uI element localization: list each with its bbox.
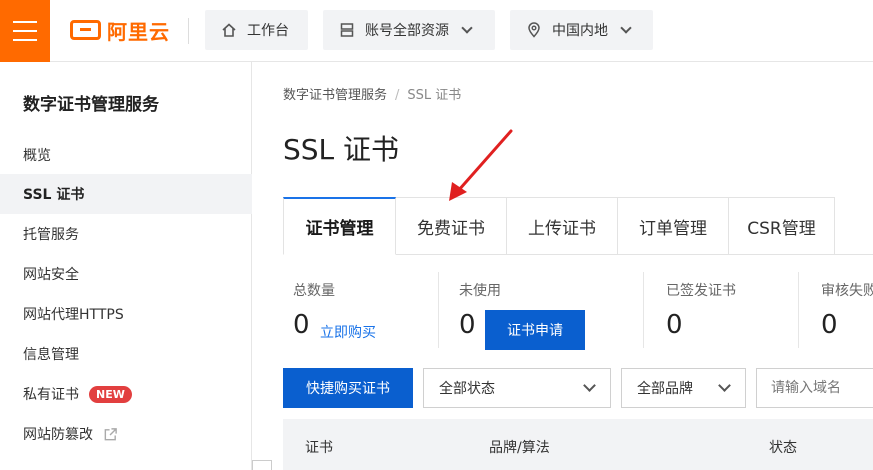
- sidebar-item-label: SSL 证书: [23, 187, 85, 203]
- divider: [643, 272, 644, 348]
- apply-cert-button[interactable]: 证书申请: [485, 310, 585, 350]
- aliyun-logo[interactable]: 阿里云: [70, 17, 170, 44]
- workbench-label: 工作台: [247, 23, 289, 39]
- sidebar-item-label: 概览: [23, 148, 51, 164]
- sidebar-title: 数字证书管理服务: [23, 95, 159, 115]
- tab-label: 证书管理: [305, 219, 374, 239]
- table-header: 证书 品牌/算法 状态: [283, 419, 873, 470]
- stat-audit-failed: 审核失败 0: [821, 272, 873, 352]
- sidebar-item-label: 网站安全: [23, 267, 79, 283]
- sidebar-item-tamper-protection[interactable]: 网站防篡改: [0, 414, 252, 454]
- tab-label: 订单管理: [639, 218, 707, 239]
- breadcrumb: 数字证书管理服务 / SSL 证书: [283, 84, 461, 103]
- tab-upload-cert[interactable]: 上传证书: [507, 197, 618, 255]
- sidebar-item-overview[interactable]: 概览: [0, 135, 252, 175]
- tab-csr-management[interactable]: CSR管理: [729, 197, 835, 255]
- region-label: 中国内地: [552, 23, 608, 39]
- stat-value: 0: [293, 310, 310, 340]
- server-icon: [340, 23, 354, 37]
- divider: [188, 18, 189, 44]
- sidebar-collapse-handle[interactable]: [252, 460, 272, 470]
- column-header-brand: 品牌/算法: [489, 440, 550, 456]
- external-link-icon: [104, 427, 117, 440]
- sidebar-item-label: 信息管理: [23, 347, 79, 363]
- new-badge: NEW: [89, 385, 132, 403]
- sidebar-item-label: 网站代理HTTPS: [23, 307, 124, 323]
- region-dropdown[interactable]: 中国内地: [510, 10, 653, 50]
- stat-issued: 已签发证书 0: [666, 272, 796, 352]
- menu-icon[interactable]: [0, 0, 50, 62]
- tab-bar: 证书管理 免费证书 上传证书 订单管理 CSR管理: [283, 197, 835, 255]
- tab-label: CSR管理: [747, 218, 816, 239]
- tab-orders[interactable]: 订单管理: [618, 197, 729, 255]
- breadcrumb-item[interactable]: 数字证书管理服务: [283, 88, 387, 103]
- sidebar-item-ssl[interactable]: SSL 证书: [0, 174, 252, 214]
- sidebar: 数字证书管理服务 概览 SSL 证书 托管服务 网站安全 网站代理HTTPS 信…: [0, 62, 252, 470]
- sidebar-item-info-management[interactable]: 信息管理: [0, 334, 252, 374]
- sidebar-item-website-security[interactable]: 网站安全: [0, 254, 252, 294]
- aliyun-logo-icon: [70, 20, 101, 40]
- stat-label: 总数量: [293, 283, 335, 299]
- tab-cert-management[interactable]: 证书管理: [283, 197, 396, 255]
- logo-text: 阿里云: [107, 19, 170, 44]
- sidebar-item-hosting[interactable]: 托管服务: [0, 214, 252, 254]
- chevron-down-icon: [718, 379, 731, 392]
- chevron-down-icon: [583, 379, 596, 392]
- chevron-down-icon: [620, 21, 632, 34]
- resources-label: 账号全部资源: [365, 23, 449, 39]
- breadcrumb-separator: /: [395, 88, 400, 103]
- sidebar-item-label: 网站防篡改: [23, 427, 93, 443]
- divider: [798, 272, 799, 348]
- home-icon: [222, 23, 236, 37]
- tab-label: 免费证书: [417, 218, 485, 239]
- stat-label: 未使用: [459, 283, 501, 299]
- top-bar: 阿里云 工作台 账号全部资源 中国内地: [0, 0, 873, 62]
- stat-total: 总数量 0 立即购买: [293, 272, 433, 352]
- divider: [438, 272, 439, 348]
- status-select[interactable]: 全部状态: [423, 368, 611, 408]
- location-icon: [528, 22, 540, 38]
- status-select-value: 全部状态: [439, 381, 495, 397]
- quick-buy-button[interactable]: 快捷购买证书: [283, 368, 413, 408]
- sidebar-item-label: 私有证书: [23, 387, 79, 403]
- breadcrumb-current: SSL 证书: [407, 88, 462, 103]
- tab-underline: [835, 254, 873, 255]
- tab-label: 上传证书: [528, 218, 596, 239]
- brand-select[interactable]: 全部品牌: [621, 368, 746, 408]
- stat-label: 已签发证书: [666, 283, 736, 299]
- resources-dropdown[interactable]: 账号全部资源: [323, 10, 495, 50]
- sidebar-item-https-proxy[interactable]: 网站代理HTTPS: [0, 294, 252, 334]
- page-title: SSL 证书: [283, 133, 400, 166]
- stat-value: 0: [821, 310, 838, 340]
- workbench-button[interactable]: 工作台: [205, 10, 308, 50]
- buy-now-link[interactable]: 立即购买: [320, 322, 376, 342]
- stat-value: 0: [459, 310, 476, 340]
- sidebar-item-label: 托管服务: [23, 227, 79, 243]
- domain-search-input[interactable]: [756, 368, 873, 408]
- brand-select-value: 全部品牌: [637, 381, 693, 397]
- column-header-cert: 证书: [305, 440, 333, 456]
- sidebar-item-private-cert[interactable]: 私有证书 NEW: [0, 374, 252, 414]
- chevron-down-icon: [461, 21, 473, 34]
- stat-value: 0: [666, 310, 683, 340]
- tab-free-cert[interactable]: 免费证书: [396, 197, 507, 255]
- stat-label: 审核失败: [821, 283, 873, 299]
- column-header-status: 状态: [769, 440, 797, 456]
